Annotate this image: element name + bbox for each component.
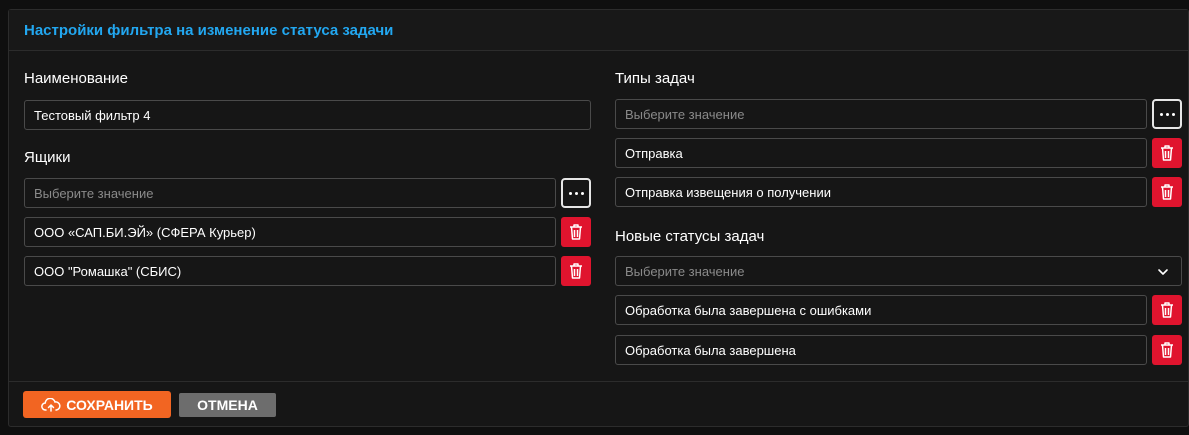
statuses-label: Новые статусы задач [615,228,765,245]
chevron-down-icon [1158,269,1168,275]
boxes-item-delete-button[interactable] [561,256,591,286]
trash-icon [570,263,582,279]
trash-icon [1161,342,1173,358]
trash-icon [1161,184,1173,200]
boxes-label: Ящики [24,149,71,166]
cancel-button[interactable]: ОТМЕНА [179,393,276,417]
statuses-dropdown[interactable]: Выберите значение [615,256,1182,286]
save-button-label: СОХРАНИТЬ [66,396,153,413]
boxes-list-item: ООО «САП.БИ.ЭЙ» (СФЕРА Курьер) [24,217,556,247]
task-types-item-delete-button[interactable] [1152,138,1182,168]
trash-icon [1161,302,1173,318]
boxes-item-delete-button[interactable] [561,217,591,247]
trash-icon [1161,145,1173,161]
form-footer: СОХРАНИТЬ ОТМЕНА [9,381,1188,427]
boxes-more-button[interactable] [561,178,591,208]
task-types-list-item: Отправка извещения о получении [615,177,1147,207]
save-button[interactable]: СОХРАНИТЬ [23,391,171,418]
task-types-label: Типы задач [615,70,695,87]
statuses-dropdown-placeholder: Выберите значение [625,263,745,279]
more-dots-icon [1158,112,1176,116]
boxes-list-item: ООО "Ромашка" (СБИС) [24,256,556,286]
task-types-item-delete-button[interactable] [1152,177,1182,207]
boxes-select-input[interactable]: Выберите значение [24,178,556,208]
name-label: Наименование [24,70,128,87]
task-types-select-input[interactable]: Выберите значение [615,99,1147,129]
page-title: Настройки фильтра на изменение статуса з… [24,21,394,39]
task-types-more-button[interactable] [1152,99,1182,129]
statuses-item-delete-button[interactable] [1152,335,1182,365]
cloud-upload-icon [41,397,61,412]
trash-icon [570,224,582,240]
statuses-list-item: Обработка была завершена с ошибками [615,295,1147,325]
name-input[interactable]: Тестовый фильтр 4 [24,100,591,130]
panel-header: Настройки фильтра на изменение статуса з… [9,10,1188,51]
statuses-list-item: Обработка была завершена [615,335,1147,365]
more-dots-icon [567,191,585,195]
statuses-item-delete-button[interactable] [1152,295,1182,325]
filter-settings-panel: Настройки фильтра на изменение статуса з… [8,9,1189,427]
task-types-list-item: Отправка [615,138,1147,168]
